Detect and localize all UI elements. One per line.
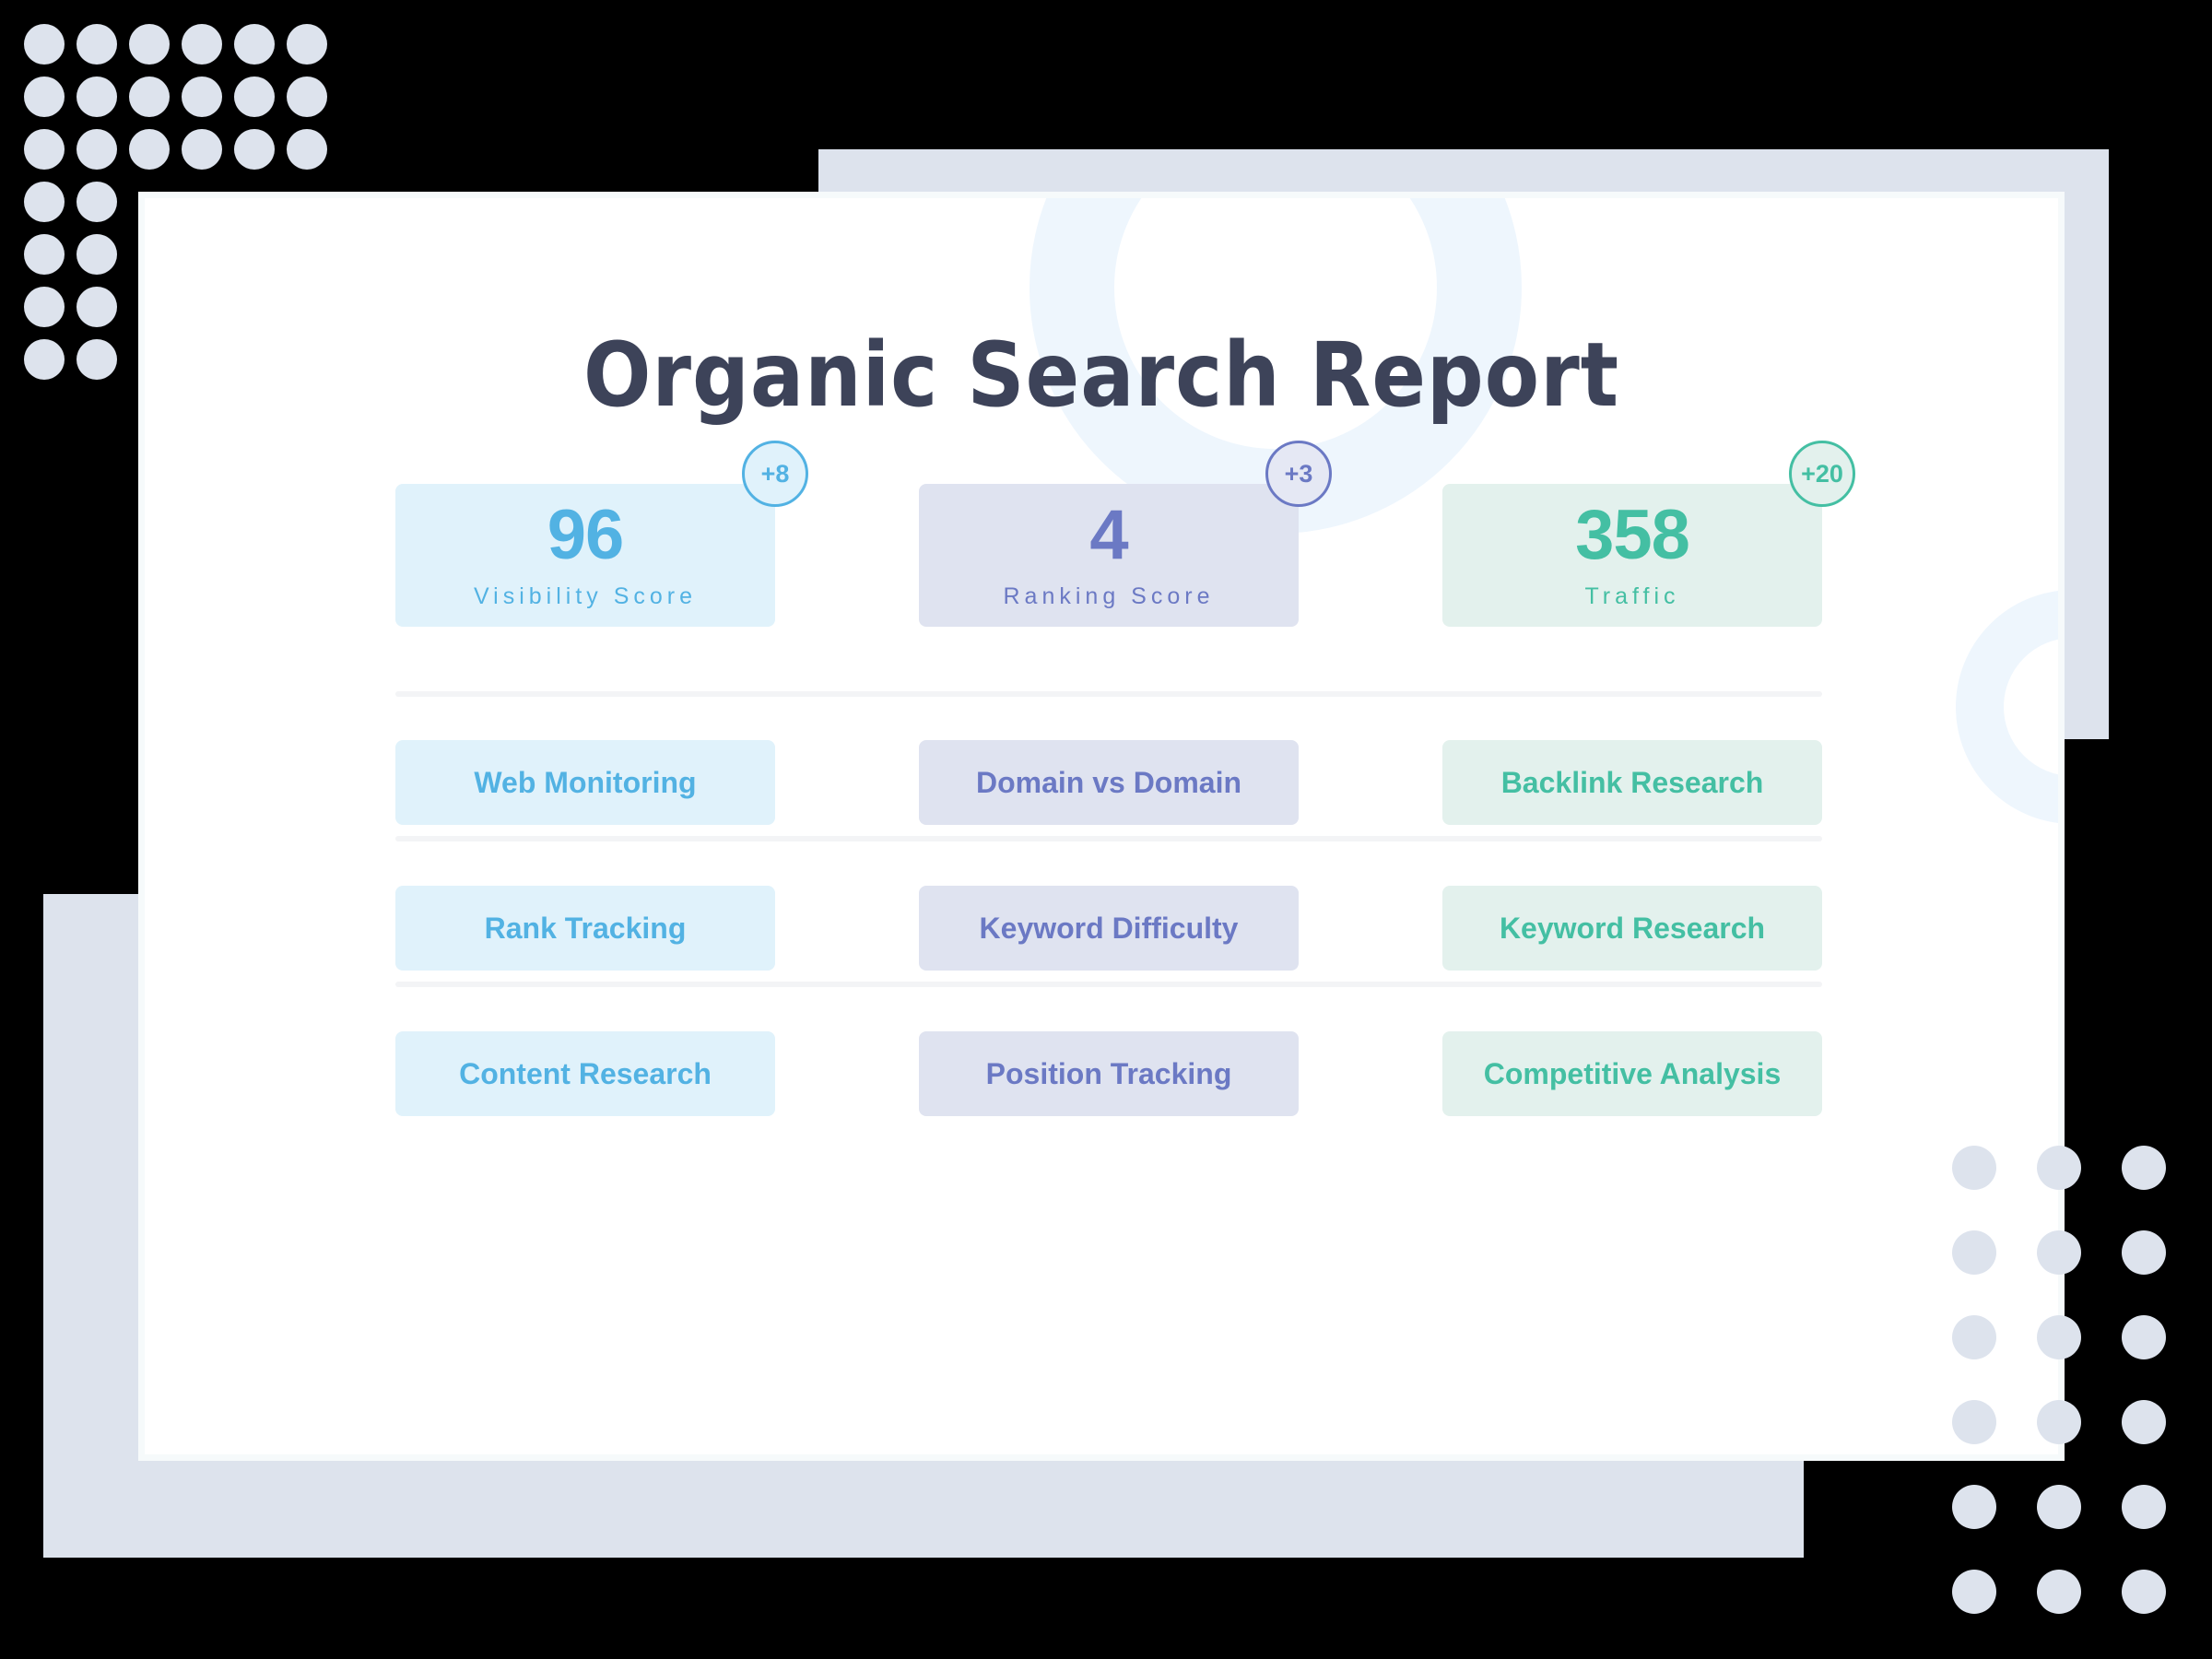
decorative-dot bbox=[234, 129, 275, 170]
decorative-dot bbox=[2122, 1230, 2166, 1275]
action-button-keyword-research[interactable]: Keyword Research bbox=[1442, 886, 1822, 971]
decorative-dot bbox=[2037, 1315, 2081, 1359]
decorative-dot bbox=[234, 24, 275, 65]
decorative-dot bbox=[1952, 1230, 1996, 1275]
stat-value: 358 bbox=[1575, 496, 1690, 574]
decorative-dot bbox=[2037, 1485, 2081, 1529]
stat-card-ranking-score: 4 Ranking Score +3 bbox=[919, 441, 1332, 627]
decorative-dot bbox=[1952, 1570, 1996, 1614]
stat-card-visibility-score: 96 Visibility Score +8 bbox=[395, 441, 808, 627]
decorative-dot bbox=[1952, 1400, 1996, 1444]
action-button-content-research[interactable]: Content Research bbox=[395, 1031, 775, 1116]
decorative-dot bbox=[182, 129, 222, 170]
decorative-dot bbox=[24, 129, 65, 170]
action-button-row: Web Monitoring Domain vs Domain Backlink R… bbox=[395, 740, 1822, 825]
stat-delta-badge: +3 bbox=[1265, 441, 1332, 507]
action-button-row: Content Research Position Tracking Competi… bbox=[395, 1031, 1822, 1116]
decorative-dot bbox=[2037, 1400, 2081, 1444]
decorative-dot bbox=[76, 339, 117, 380]
action-button-row: Rank Tracking Keyword Difficulty Keyword R… bbox=[395, 886, 1822, 971]
decorative-dot bbox=[76, 182, 117, 222]
decorative-dot bbox=[2122, 1146, 2166, 1190]
stat-label: Ranking Score bbox=[1003, 583, 1215, 609]
decorative-dot bbox=[129, 24, 170, 65]
stat-delta-badge: +8 bbox=[742, 441, 808, 507]
divider bbox=[395, 836, 1822, 841]
page-title: Organic Search Report bbox=[582, 324, 1619, 428]
decorative-dot bbox=[1952, 1146, 1996, 1190]
stats-row: 96 Visibility Score +8 4 Ranking Score +3 358 T… bbox=[395, 441, 1855, 627]
decorative-dot bbox=[287, 76, 327, 117]
stat-delta-badge: +20 bbox=[1789, 441, 1855, 507]
decorative-dot bbox=[76, 129, 117, 170]
decorative-dot bbox=[2122, 1315, 2166, 1359]
divider bbox=[395, 982, 1822, 987]
decorative-dot bbox=[2122, 1570, 2166, 1614]
decorative-dot bbox=[287, 24, 327, 65]
decorative-dot bbox=[182, 76, 222, 117]
action-button-keyword-difficulty[interactable]: Keyword Difficulty bbox=[919, 886, 1299, 971]
decorative-dot-grid-bottom-right bbox=[1952, 1146, 2206, 1654]
decorative-dot bbox=[76, 24, 117, 65]
stat-label: Visibility Score bbox=[473, 583, 698, 609]
decorative-dot bbox=[76, 234, 117, 275]
action-button-web-monitoring[interactable]: Web Monitoring bbox=[395, 740, 775, 825]
decorative-dot bbox=[24, 234, 65, 275]
decorative-dot bbox=[76, 287, 117, 327]
decorative-dot bbox=[2037, 1146, 2081, 1190]
divider bbox=[395, 691, 1822, 697]
stat-label: Traffic bbox=[1584, 583, 1680, 609]
decorative-dot bbox=[287, 129, 327, 170]
decorative-dot bbox=[234, 76, 275, 117]
action-button-domain-vs-domain[interactable]: Domain vs Domain bbox=[919, 740, 1299, 825]
decorative-dot bbox=[1952, 1315, 1996, 1359]
decorative-dot bbox=[182, 24, 222, 65]
decorative-dot bbox=[24, 76, 65, 117]
decorative-dot bbox=[24, 24, 65, 65]
decorative-dot bbox=[24, 339, 65, 380]
decorative-dot bbox=[2037, 1230, 2081, 1275]
stat-value: 4 bbox=[1089, 496, 1128, 574]
action-button-position-tracking[interactable]: Position Tracking bbox=[919, 1031, 1299, 1116]
decorative-dot bbox=[24, 287, 65, 327]
decorative-dot bbox=[24, 182, 65, 222]
decorative-dot bbox=[2122, 1400, 2166, 1444]
action-button-competitive-analysis[interactable]: Competitive Analysis bbox=[1442, 1031, 1822, 1116]
stat-value: 96 bbox=[547, 496, 625, 574]
decorative-dot bbox=[2037, 1570, 2081, 1614]
decorative-dot bbox=[2122, 1485, 2166, 1529]
decorative-dot bbox=[76, 76, 117, 117]
stat-card-traffic: 358 Traffic +20 bbox=[1442, 441, 1855, 627]
action-button-rank-tracking[interactable]: Rank Tracking bbox=[395, 886, 775, 971]
action-button-backlink-research[interactable]: Backlink Research bbox=[1442, 740, 1822, 825]
decorative-dot bbox=[1952, 1485, 1996, 1529]
decorative-dot bbox=[129, 76, 170, 117]
organic-search-report-card: Organic Search Report 96 Visibility Score… bbox=[138, 192, 2065, 1461]
decorative-dot bbox=[129, 129, 170, 170]
